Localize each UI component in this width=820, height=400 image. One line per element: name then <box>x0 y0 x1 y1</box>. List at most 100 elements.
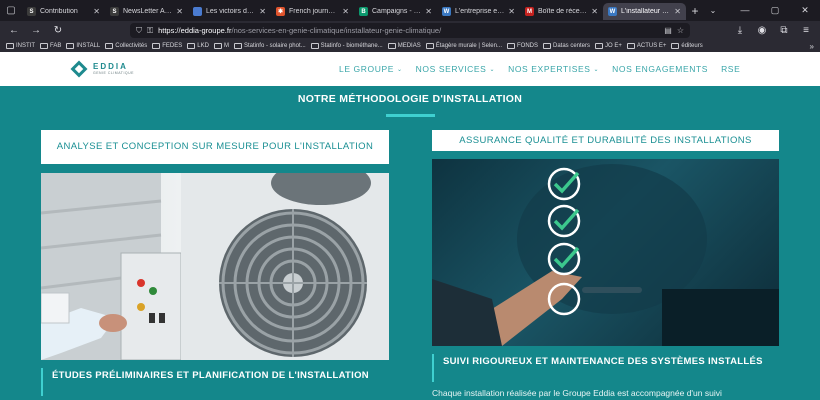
folder-icon <box>40 43 48 49</box>
tab-favicon-icon: M <box>525 7 534 16</box>
bookmark-item[interactable]: M <box>213 43 229 49</box>
url-text[interactable]: https://eddia-groupe.fr/nos-services-en-… <box>158 26 659 35</box>
tab-close-icon[interactable]: ✕ <box>342 7 349 16</box>
tab-list: S Contribution ✕ S NewsLetter App ✕ Les victoi… <box>22 1 686 20</box>
new-tab-icon[interactable]: + <box>686 4 704 18</box>
right-subheading-accent <box>432 354 434 382</box>
tab-title: Les victoirs du géi <box>206 8 255 15</box>
shield-icon[interactable]: ⛉ <box>136 26 142 36</box>
bookmark-label: MEDIAS <box>397 43 421 49</box>
site-nav: LE GROUPE ⌄ NOS SERVICES ⌄ NOS EXPERTISES ⌄ NO… <box>339 64 740 74</box>
chevron-down-icon[interactable]: ⌄ <box>704 6 722 15</box>
browser-tab[interactable]: B Campaigns - Brevo ✕ <box>354 3 437 20</box>
chevron-down-icon: ⌄ <box>593 66 600 73</box>
toolbar-right: ⤓ ◉ ⧉ ≡ <box>732 23 814 39</box>
bookmark-label: Statinfo - biométhane... <box>320 43 383 49</box>
checklist-photo <box>432 159 779 346</box>
checklist-illustration <box>432 164 779 346</box>
bookmark-label: Statinfo - solaire phot... <box>243 43 306 49</box>
tab-favicon-icon: S <box>110 7 119 16</box>
extensions-icon[interactable]: ⧉ <box>776 23 792 39</box>
site-logo[interactable]: EDDIA GENIE CLIMATIQUE <box>70 60 134 78</box>
bookmark-label: FONDS <box>516 43 538 49</box>
folder-icon <box>671 43 680 49</box>
downloads-icon[interactable]: ⤓ <box>732 23 748 39</box>
browser-tab[interactable]: Les victoirs du géi ✕ <box>188 3 271 20</box>
bookmark-label: FAB <box>50 43 62 49</box>
bookmark-item[interactable]: ACTUS E+ <box>626 43 667 49</box>
bookmark-label: Collectivités <box>115 43 148 49</box>
chevron-down-icon: ⌄ <box>397 66 403 73</box>
browser-tab[interactable]: S Contribution ✕ <box>22 3 105 20</box>
close-icon[interactable]: ✕ <box>790 5 820 16</box>
tab-close-icon[interactable]: ✕ <box>508 7 515 16</box>
bookmark-item[interactable]: LKD <box>187 43 209 49</box>
bookmark-label: INSTIT <box>16 43 35 49</box>
nav-item[interactable]: NOS EXPERTISES ⌄ <box>508 64 599 74</box>
bookmark-item[interactable]: JO E+ <box>595 43 622 49</box>
browser-tab[interactable]: W L'installateur de vi ✕ <box>603 3 686 20</box>
tab-close-icon[interactable]: ✕ <box>674 7 681 16</box>
logo-name: EDDIA <box>93 61 128 71</box>
folder-icon <box>6 43 14 49</box>
tab-favicon-icon <box>193 7 202 16</box>
tab-close-icon[interactable]: ✕ <box>425 7 432 16</box>
left-card-subheading: ÉTUDES PRÉLIMINAIRES ET PLANIFICATION DE… <box>52 370 369 381</box>
address-bar[interactable]: ⛉ ⚿ https://eddia-groupe.fr/nos-services… <box>130 23 690 38</box>
bookmark-item[interactable]: FEDES <box>152 43 182 49</box>
bookmark-item[interactable]: INSTIT <box>6 43 35 49</box>
bookmark-label: LKD <box>197 43 209 49</box>
nav-item[interactable]: NOS ENGAGEMENTS <box>612 64 708 74</box>
nav-item[interactable]: LE GROUPE ⌄ <box>339 64 403 74</box>
bookmark-item[interactable]: FAB <box>40 43 61 49</box>
bookmark-label: Datas centers <box>552 43 591 49</box>
bookmark-label: M <box>223 43 229 49</box>
methodology-section: NOTRE MÉTHODOLOGIE D'INSTALLATION ANALYS… <box>0 86 820 400</box>
bookmark-item[interactable]: Datas centers <box>542 43 591 49</box>
bookmarks-overflow-icon[interactable]: » <box>810 42 814 51</box>
bookmark-item[interactable]: Collectivités <box>105 43 147 49</box>
bookmark-star-icon[interactable]: ☆ <box>677 26 684 35</box>
nav-item-label: NOS ENGAGEMENTS <box>612 64 709 74</box>
back-icon[interactable]: ← <box>6 23 22 39</box>
minimize-icon[interactable]: — <box>730 5 760 16</box>
browser-tab[interactable]: M Boîte de réception ✕ <box>520 3 603 20</box>
bookmark-item[interactable]: éditeurs <box>671 43 703 49</box>
tab-close-icon[interactable]: ✕ <box>93 7 100 16</box>
bookmark-item[interactable]: MEDIAS <box>387 43 421 49</box>
tab-list-icon[interactable]: ▢ <box>0 0 22 21</box>
tab-close-icon[interactable]: ✕ <box>591 7 598 16</box>
tab-title: NewsLetter App <box>123 8 173 15</box>
browser-tab[interactable]: S NewsLetter App ✕ <box>105 3 188 20</box>
folder-icon <box>425 43 434 49</box>
nav-item[interactable]: RSE <box>721 64 740 74</box>
nav-item[interactable]: NOS SERVICES ⌄ <box>416 64 495 74</box>
forward-icon[interactable]: → <box>28 23 44 39</box>
folder-icon <box>595 43 604 49</box>
bookmark-label: ACTUS E+ <box>636 43 667 49</box>
tab-close-icon[interactable]: ✕ <box>176 7 183 16</box>
bookmark-item[interactable]: Étagère murale | Selen... <box>425 43 502 49</box>
bookmark-item[interactable]: Statinfo - biométhane... <box>310 43 383 49</box>
account-icon[interactable]: ◉ <box>754 23 770 39</box>
right-card-subheading: SUIVI RIGOUREUX ET MAINTENANCE DES SYSTÈ… <box>443 356 763 367</box>
right-card-paragraph: Chaque installation réalisée par le Grou… <box>432 388 722 398</box>
menu-icon[interactable]: ≡ <box>798 23 814 39</box>
window-controls: — ▢ ✕ <box>730 5 820 16</box>
tab-title: L'installateur de vi <box>621 8 670 15</box>
reader-view-icon[interactable]: ▤ <box>664 26 672 35</box>
url-path: /nos-services-en-genie-climatique/instal… <box>231 26 442 35</box>
maximize-icon[interactable]: ▢ <box>760 5 790 16</box>
tab-close-icon[interactable]: ✕ <box>259 7 266 16</box>
reload-icon[interactable]: ↻ <box>50 23 66 39</box>
bookmark-label: éditeurs <box>681 43 703 49</box>
browser-tab[interactable]: ✱ French journalistic✕ <box>271 3 354 20</box>
tab-title: L'entreprise en gé <box>455 8 504 15</box>
folder-icon <box>213 43 222 49</box>
nav-toolbar: ← → ↻ ⛉ ⚿ https://eddia-groupe.fr/nos-se… <box>0 21 820 40</box>
browser-tab[interactable]: W L'entreprise en gé ✕ <box>437 3 520 20</box>
bookmark-item[interactable]: INSTALL <box>66 43 100 49</box>
bookmark-item[interactable]: FONDS <box>506 43 538 49</box>
bookmark-item[interactable]: Statinfo - solaire phot... <box>233 43 306 49</box>
lock-icon[interactable]: ⚿ <box>147 26 153 36</box>
